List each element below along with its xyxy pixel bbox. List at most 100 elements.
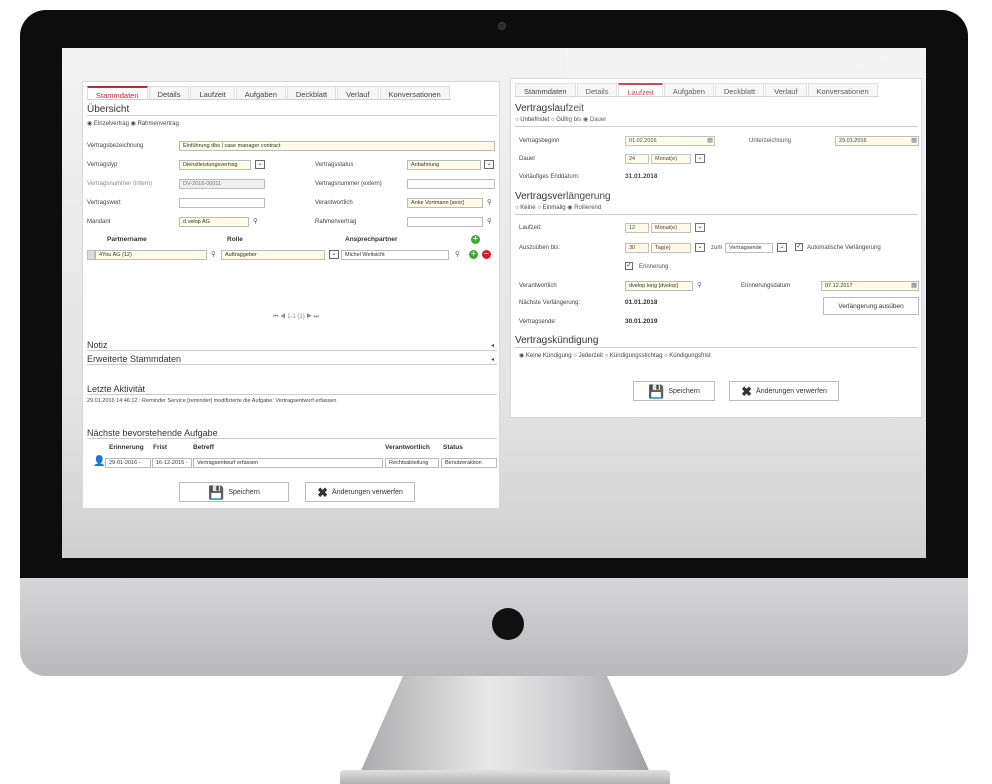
divider [515,214,917,215]
save-button[interactable]: 💾 Speichern [633,381,715,401]
search-icon[interactable]: ⚲ [697,281,702,289]
discard-button[interactable]: ✖ Änderungen verwerfen [305,482,415,502]
task-betreff[interactable]: Vertragsentwurf erfassen [193,458,383,468]
dauer-input[interactable]: 24 [625,154,649,164]
tab-laufzeit[interactable]: Laufzeit [190,86,235,99]
task-header-frist: Frist [153,444,168,451]
label-vertragswert: Vertragswert [87,200,121,206]
add-row-icon[interactable]: + [469,250,478,259]
floppy-icon: 💾 [648,383,665,399]
task-status: Benutzeraktion [441,458,497,468]
erinnerung-checkbox[interactable]: ✓ [625,262,633,270]
search-icon[interactable]: ⚲ [253,217,258,225]
add-partner-icon[interactable]: + [471,235,480,244]
section-title-uebersicht: Übersicht [87,104,497,116]
imac-frame: Stammdaten Details Laufzeit Aufgaben Dec… [20,10,968,676]
chevron-down-icon[interactable]: ⌄ [777,243,787,252]
label-vertragsbezeichnung: Vertragsbezeichnung [87,143,144,149]
laufzeit-panel: Stammdaten Details Laufzeit Aufgaben Dec… [510,78,922,418]
tab-deckblatt[interactable]: Deckblatt [714,83,765,96]
brand-logo-icon [492,608,524,640]
pagination[interactable]: ⏮ ◀ 1-1 (1) ▶ ⏭ [273,314,319,321]
calendar-icon[interactable]: ▦ [707,136,713,144]
label-nummer-extern: Vertragsnummer (extern) [315,181,382,187]
kuendigung-radio-group[interactable]: ◉ Keine Kündigung ○ Jederzeit ○ Kündigun… [519,352,711,359]
tab-bar: Stammdaten Details Laufzeit Aufgaben Dec… [87,86,451,100]
erinnerungsdatum-input[interactable]: 07.12.2017 [821,281,919,291]
laufzeit-unit-select[interactable]: Monat(e) [651,223,691,233]
vertragsstatus-select[interactable]: Anbahnung [407,160,481,170]
chevron-down-icon[interactable]: ⌄ [695,243,705,252]
rahmenvertrag-input[interactable] [407,217,483,227]
verantwortlich-input[interactable]: dvelop long [dvelop] [625,281,693,291]
tab-verlauf[interactable]: Verlauf [337,86,379,99]
unterzeichnung-input[interactable]: 29.01.2016 [835,136,919,146]
search-icon[interactable]: ⚲ [455,250,460,258]
collapse-arrow-icon[interactable]: ◂ [491,342,494,349]
auto-verlaengerung-checkbox[interactable]: ✓ [795,243,803,251]
vertragsbezeichnung-input[interactable]: Einführung dbs | case manager contract [179,141,495,151]
label-mandant: Mandant [87,219,111,225]
chevron-down-icon[interactable]: ⌄ [695,223,705,232]
ansprechpartner-input[interactable]: Michel Weitsicht [341,250,449,260]
radio-label-rahmen: Rahmenvertrag [137,121,179,127]
verlaengerung-ausueben-button[interactable]: Verlängerung ausüben [823,297,919,315]
tab-konversationen[interactable]: Konversationen [807,83,878,96]
tab-stammdaten[interactable]: Stammdaten [515,83,576,96]
vertragsbeginn-input[interactable]: 01.02.2016 [625,136,715,146]
partner-header-ansprechpartner: Ansprechpartner [345,236,398,243]
tab-aufgaben[interactable]: Aufgaben [663,83,714,96]
tab-laufzeit[interactable]: Laufzeit [618,83,663,97]
verlaengerung-radio-group[interactable]: ○ Keine ○ Einmalig ◉ Rollierend [515,204,601,211]
section-erweiterte-stammdaten[interactable]: Erweiterte Stammdaten [87,354,497,365]
chevron-down-icon[interactable]: ⌄ [329,250,339,259]
tab-details[interactable]: Details [576,83,618,96]
vertragswert-input[interactable] [179,198,265,208]
screen-bezel: Stammdaten Details Laufzeit Aufgaben Dec… [20,10,968,578]
ausueben-unit-select[interactable]: Tag(e) [651,243,691,253]
tab-konversationen[interactable]: Konversationen [379,86,450,99]
section-notiz[interactable]: Notiz [87,340,497,351]
label-naechste: Nächste Verlängerung: [519,300,581,306]
tab-aufgaben[interactable]: Aufgaben [235,86,286,99]
rolle-select[interactable]: Auftraggeber [221,250,325,260]
section-vertragsverlaengerung: Vertragsverlängerung [515,191,611,202]
tab-details[interactable]: Details [148,86,190,99]
search-icon[interactable]: ⚲ [487,198,492,206]
discard-button[interactable]: ✖ Änderungen verwerfen [729,381,839,401]
label-verantwortlich: Verantwortlich [519,283,557,289]
calendar-icon[interactable]: ▦ [911,281,917,289]
remove-row-icon[interactable]: – [482,250,491,259]
ausueben-ref-select[interactable]: Vertragsende [725,243,773,253]
label-nummer-intern: Vertragsnummer (intern) [87,181,153,187]
radio-label-unbefristet: Unbefristet [520,117,550,123]
radio-label-jederzeit: Jederzeit [578,353,603,359]
vertragstyp-select[interactable]: Dienstleistungsvertrag [179,160,251,170]
search-icon[interactable]: ⚲ [487,217,492,225]
tab-stammdaten[interactable]: Stammdaten [87,86,148,100]
label-dauer: Dauer [519,156,536,162]
mandant-input[interactable]: d.velop AG [179,217,249,227]
tab-verlauf[interactable]: Verlauf [765,83,807,96]
dauer-unit-select[interactable]: Monat(e) [651,154,691,164]
chevron-down-icon[interactable]: ⌄ [484,160,494,169]
chevron-down-icon[interactable]: ⌄ [695,154,705,163]
nummer-extern-input[interactable] [407,179,495,189]
collapse-arrow-icon[interactable]: ◂ [491,356,494,363]
chevron-down-icon[interactable]: ⌄ [255,160,265,169]
verantwortlich-input[interactable]: Anke Vortmann [avor] [407,198,483,208]
laufzeit-input[interactable]: 12 [625,223,649,233]
search-icon[interactable]: ⚲ [211,250,216,258]
camera-icon [498,22,506,30]
laufzeit-radio-group[interactable]: ○ Unbefristet ○ Gültig bis ◉ Dauer [515,116,606,123]
tab-deckblatt[interactable]: Deckblatt [286,86,337,99]
task-frist: 16-12-2015 - [152,458,192,468]
ausueben-input[interactable]: 30 [625,243,649,253]
contract-kind-radio[interactable]: ◉ Einzelvertrag ◉ Rahmenvertrag [87,120,179,127]
radio-label-rollierend: Rollierend [574,205,602,211]
aktivitaet-text: 29.01.2016 14:46:12 : Reminder Service [… [87,398,337,404]
save-button[interactable]: 💾 Speichern [179,482,289,502]
calendar-icon[interactable]: ▦ [911,136,917,144]
partnername-input[interactable]: 4You AG (12) [95,250,207,260]
user-icon: 👤 [93,456,106,467]
